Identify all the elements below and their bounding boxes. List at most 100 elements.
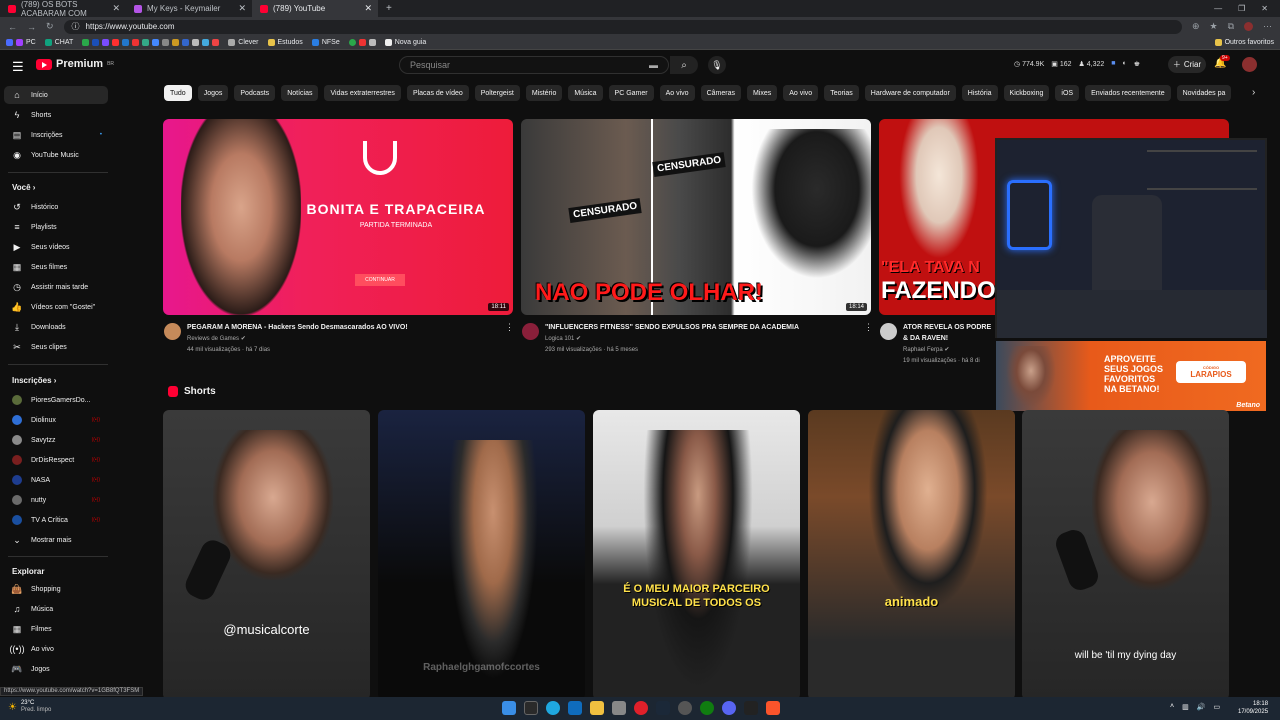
chip[interactable]: Notícias — [281, 85, 319, 101]
close-tab-icon[interactable]: ✕ — [364, 3, 372, 14]
notifications-button[interactable]: 🔔 9+ — [1214, 55, 1230, 69]
chip[interactable]: Jogos — [197, 85, 229, 101]
trophy-icon[interactable]: ♚ — [1134, 60, 1140, 68]
xbox-icon[interactable] — [700, 701, 714, 715]
sidebar-sub-channel[interactable]: DrDisRespect ((•)) — [4, 451, 108, 469]
chip[interactable]: iOS — [1055, 85, 1080, 101]
menu-dots-icon[interactable]: ⋯ — [1263, 21, 1272, 32]
chip[interactable]: Podcasts — [234, 85, 276, 101]
sidebar-item-jogos[interactable]: 🎮 Jogos — [4, 660, 108, 678]
search-button[interactable]: ⌕ — [670, 56, 698, 74]
sidebar-item-youtube-music[interactable]: ◉ YouTube Music — [4, 146, 108, 164]
sidebar-item-seus-filmes[interactable]: ▦ Seus filmes — [4, 258, 108, 276]
zoom-icon[interactable]: ⊕ — [1192, 21, 1200, 32]
windows-start-icon[interactable] — [502, 701, 516, 715]
minimize-icon[interactable]: — — [1214, 4, 1222, 13]
keyboard-icon[interactable]: ▬ — [649, 60, 658, 70]
site-info-icon[interactable]: ⓘ — [72, 21, 80, 32]
close-window-icon[interactable]: ✕ — [1261, 4, 1268, 13]
subscriptions-heading[interactable]: Inscrições › — [12, 376, 56, 385]
chip[interactable]: Poltergeist — [474, 85, 520, 101]
browser-tab-active[interactable]: (789) YouTube ✕ — [252, 0, 378, 17]
show-more-button[interactable]: ⌄ Mostrar mais — [4, 531, 108, 549]
chevron-right-icon[interactable]: › — [1252, 87, 1255, 98]
chevron-up-icon[interactable]: ˄ — [1170, 703, 1174, 711]
search-icon[interactable] — [524, 701, 538, 715]
chip-tudo[interactable]: Tudo — [164, 85, 192, 101]
back-icon[interactable]: ← — [8, 22, 17, 32]
chip[interactable]: Mistério — [525, 85, 563, 101]
chip[interactable]: Vidas extraterrestres — [324, 85, 401, 101]
bookmark-folder[interactable]: Estudos — [267, 39, 303, 46]
sidebar-item-downloads[interactable]: ⤓ Downloads — [4, 318, 108, 336]
brave-icon[interactable] — [766, 701, 780, 715]
chip[interactable]: Placas de vídeo — [406, 85, 469, 101]
sidebar-sub-channel[interactable]: TV A Crítica ((•)) — [4, 511, 108, 529]
close-tab-icon[interactable]: ✕ — [112, 3, 120, 14]
bookmark-item[interactable]: Nova guia — [384, 39, 426, 46]
chip[interactable]: Ao vivo — [659, 85, 695, 101]
short-thumbnail[interactable]: animado — [808, 410, 1015, 700]
sidebar-item-seus-clipes[interactable]: ✂ Seus clipes — [4, 338, 108, 356]
channel-name[interactable]: Logica 101 ✔ — [545, 334, 581, 345]
chip[interactable]: Câmeras — [700, 85, 741, 101]
video-title[interactable]: PEGARAM A MORENA - Hackers Sendo Desmasc… — [187, 322, 497, 333]
store-icon[interactable] — [612, 701, 626, 715]
sidebar-item-playlists[interactable]: ≡ Playlists — [4, 218, 108, 236]
chip[interactable]: Mixes — [746, 85, 778, 101]
create-button[interactable]: ＋ Criar — [1168, 56, 1206, 73]
extension-icon[interactable]: ■ — [1111, 60, 1115, 68]
video-title[interactable]: ATOR REVELA OS PODRE & DA RAVEN! — [903, 322, 1003, 344]
menu-hamburger-icon[interactable]: ☰ — [12, 59, 24, 75]
theme-icon[interactable]: ◐ — [1123, 60, 1127, 68]
chip[interactable]: Enviados recentemente — [1085, 85, 1171, 101]
chip[interactable]: Novidades pa — [1176, 85, 1232, 101]
url-field[interactable]: ⓘ https://www.youtube.com — [63, 19, 1182, 34]
bookmark-item[interactable]: CHAT — [44, 39, 73, 46]
chip[interactable]: Música — [568, 85, 603, 101]
battery-icon[interactable]: ▭ — [1213, 703, 1220, 711]
account-avatar[interactable] — [1242, 57, 1257, 72]
sidebar-sub-channel[interactable]: NASA ((•)) — [4, 471, 108, 489]
close-tab-icon[interactable]: ✕ — [238, 3, 246, 14]
chip[interactable]: PC Gamer — [608, 85, 654, 101]
edge-icon[interactable] — [546, 701, 560, 715]
sidebar-item-assistir-mais-tarde[interactable]: ◷ Assistir mais tarde — [4, 278, 108, 296]
weather-widget[interactable]: ☀ 23°C Pred. limpo — [8, 700, 51, 714]
chip[interactable]: Teorias — [824, 85, 859, 101]
sidebar-sub-channel[interactable]: PioresGamersDo... — [4, 391, 108, 409]
chip[interactable]: História — [961, 85, 998, 101]
short-thumbnail[interactable]: @musicalcorte — [163, 410, 370, 700]
extensions-icon[interactable]: ⧉ — [1228, 21, 1234, 32]
sidebar-item-shopping[interactable]: 👜 Shopping — [4, 580, 108, 598]
channel-avatar[interactable] — [164, 323, 181, 340]
video-title[interactable]: "INFLUENCERS FITNESS" SENDO EXPULSOS PRA… — [545, 322, 860, 333]
edge-beta-icon[interactable] — [568, 701, 582, 715]
reload-icon[interactable]: ↻ — [46, 21, 54, 32]
new-tab-button[interactable]: + — [378, 3, 400, 14]
short-thumbnail[interactable]: will be 'til my dying day — [1022, 410, 1229, 700]
sidebar-item-historico[interactable]: ↺ Histórico — [4, 198, 108, 216]
opera-icon[interactable] — [634, 701, 648, 715]
sidebar-sub-channel[interactable]: nutty ((•)) — [4, 491, 108, 509]
channel-avatar[interactable] — [880, 323, 897, 340]
short-thumbnail[interactable]: Raphaelghgamofccortes — [378, 410, 585, 700]
clock[interactable]: 18:18 17/09/2025 — [1238, 700, 1268, 716]
browser-tab[interactable]: My Keys - Keymailer ✕ — [126, 0, 252, 17]
sidebar-item-inicio[interactable]: ⌂ Início — [4, 86, 108, 104]
steam-icon[interactable] — [656, 701, 670, 715]
sidebar-item-shorts[interactable]: ϟ Shorts — [4, 106, 108, 124]
sidebar-item-seus-videos[interactable]: ▶ Seus vídeos — [4, 238, 108, 256]
chip[interactable]: Kickboxing — [1003, 85, 1050, 101]
bookmark-star-icon[interactable]: ★ — [1209, 21, 1217, 32]
channel-avatar[interactable] — [522, 323, 539, 340]
sidebar-item-ao-vivo[interactable]: ((•)) Ao vivo — [4, 640, 108, 658]
other-bookmarks-folder[interactable]: Outros favoritos — [1214, 39, 1274, 46]
youtube-premium-logo[interactable]: Premium BR — [36, 58, 114, 70]
bookmark-item[interactable]: PC — [6, 39, 36, 46]
maximize-icon[interactable]: ❐ — [1238, 4, 1245, 13]
more-options-icon[interactable]: ⋮ — [505, 322, 514, 333]
video-thumbnail[interactable]: BONITA E TRAPACEIRA PARTIDA TERMINADA CO… — [163, 119, 513, 315]
more-options-icon[interactable]: ⋮ — [864, 322, 873, 333]
search-input[interactable]: Pesquisar ▬ — [399, 56, 669, 74]
